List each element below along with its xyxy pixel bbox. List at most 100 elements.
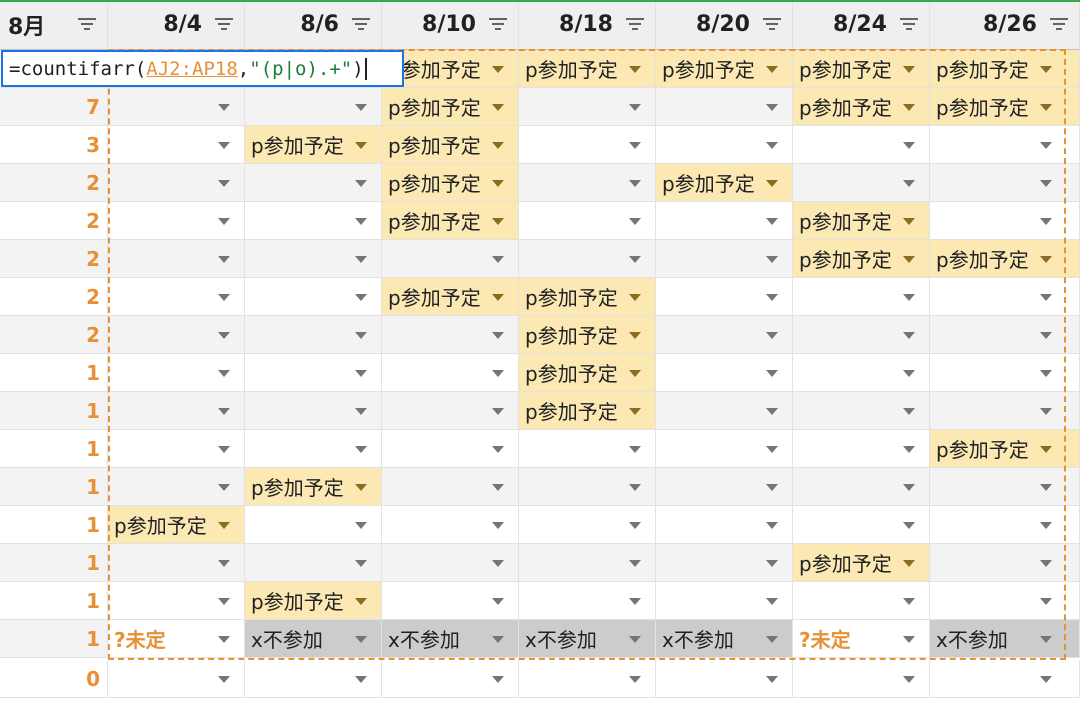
dropdown-arrow-icon[interactable] [355, 293, 367, 301]
dropdown-arrow-icon[interactable] [629, 217, 641, 225]
filter-icon[interactable] [761, 17, 783, 32]
dropdown-arrow-icon[interactable] [629, 635, 641, 643]
dropdown-arrow-icon[interactable] [492, 407, 504, 415]
count-cell[interactable]: 2 [0, 202, 108, 240]
dropdown-cell-empty[interactable] [656, 202, 793, 240]
column-header-3[interactable]: 8/10 [382, 0, 519, 50]
dropdown-cell-empty[interactable] [930, 506, 1080, 544]
dropdown-arrow-icon[interactable] [903, 597, 915, 605]
dropdown-arrow-icon[interactable] [492, 675, 504, 683]
dropdown-arrow-icon[interactable] [355, 407, 367, 415]
dropdown-cell-empty[interactable] [656, 582, 793, 620]
dropdown-cell-empty[interactable] [519, 544, 656, 582]
dropdown-cell-participating[interactable]: p参加予定 [382, 278, 519, 316]
dropdown-arrow-icon[interactable] [766, 407, 778, 415]
dropdown-arrow-icon[interactable] [766, 331, 778, 339]
dropdown-cell-empty[interactable] [930, 354, 1080, 392]
dropdown-arrow-icon[interactable] [766, 597, 778, 605]
dropdown-arrow-icon[interactable] [355, 255, 367, 263]
dropdown-arrow-icon[interactable] [766, 559, 778, 567]
dropdown-cell-participating[interactable]: p参加予定 [519, 316, 656, 354]
dropdown-cell-empty[interactable] [930, 392, 1080, 430]
dropdown-arrow-icon[interactable] [218, 521, 230, 529]
dropdown-cell-empty[interactable] [793, 392, 930, 430]
dropdown-cell-empty[interactable] [793, 468, 930, 506]
dropdown-arrow-icon[interactable] [629, 559, 641, 567]
dropdown-arrow-icon[interactable] [218, 675, 230, 683]
dropdown-arrow-icon[interactable] [218, 559, 230, 567]
dropdown-cell-participating[interactable]: p参加予定 [793, 544, 930, 582]
dropdown-cell-empty[interactable] [519, 468, 656, 506]
count-cell[interactable]: 1 [0, 354, 108, 392]
dropdown-arrow-icon[interactable] [492, 483, 504, 491]
dropdown-cell-empty[interactable] [245, 316, 382, 354]
dropdown-arrow-icon[interactable] [1040, 559, 1052, 567]
dropdown-arrow-icon[interactable] [492, 103, 504, 111]
dropdown-cell-empty[interactable] [519, 240, 656, 278]
dropdown-arrow-icon[interactable] [1040, 293, 1052, 301]
dropdown-arrow-icon[interactable] [355, 179, 367, 187]
dropdown-cell-participating[interactable]: p参加予定 [108, 506, 245, 544]
dropdown-cell-empty[interactable] [930, 660, 1080, 698]
formula-editor[interactable]: =countifarr(AJ2:AP18, "(p|o).+") [1, 50, 404, 87]
dropdown-arrow-icon[interactable] [629, 293, 641, 301]
dropdown-cell-empty[interactable] [108, 354, 245, 392]
dropdown-arrow-icon[interactable] [1040, 179, 1052, 187]
dropdown-cell-empty[interactable] [108, 278, 245, 316]
filter-icon[interactable] [76, 17, 98, 32]
dropdown-cell-absent[interactable]: x不参加 [519, 620, 656, 658]
dropdown-cell-participating[interactable]: p参加予定 [793, 202, 930, 240]
dropdown-arrow-icon[interactable] [629, 445, 641, 453]
dropdown-cell-empty[interactable] [245, 164, 382, 202]
filter-icon[interactable] [350, 17, 372, 32]
dropdown-cell-empty[interactable] [108, 468, 245, 506]
dropdown-arrow-icon[interactable] [355, 331, 367, 339]
dropdown-cell-participating[interactable]: p参加予定 [930, 240, 1080, 278]
dropdown-cell-empty[interactable] [656, 240, 793, 278]
column-header-6[interactable]: 8/24 [793, 0, 930, 50]
filter-icon[interactable] [624, 17, 646, 32]
dropdown-arrow-icon[interactable] [629, 65, 641, 73]
dropdown-arrow-icon[interactable] [766, 635, 778, 643]
dropdown-cell-empty[interactable] [108, 202, 245, 240]
column-header-5[interactable]: 8/20 [656, 0, 793, 50]
count-cell[interactable]: 1 [0, 506, 108, 544]
dropdown-cell-undecided[interactable]: ?未定 [108, 620, 245, 658]
dropdown-arrow-icon[interactable] [629, 331, 641, 339]
dropdown-arrow-icon[interactable] [492, 445, 504, 453]
dropdown-arrow-icon[interactable] [355, 521, 367, 529]
dropdown-cell-empty[interactable] [382, 506, 519, 544]
dropdown-arrow-icon[interactable] [355, 483, 367, 491]
dropdown-cell-empty[interactable] [930, 126, 1080, 164]
dropdown-cell-empty[interactable] [382, 660, 519, 698]
dropdown-arrow-icon[interactable] [492, 217, 504, 225]
dropdown-cell-empty[interactable] [656, 278, 793, 316]
dropdown-cell-empty[interactable] [656, 544, 793, 582]
dropdown-cell-empty[interactable] [245, 240, 382, 278]
dropdown-arrow-icon[interactable] [629, 369, 641, 377]
dropdown-arrow-icon[interactable] [766, 675, 778, 683]
dropdown-cell-empty[interactable] [793, 582, 930, 620]
dropdown-cell-participating[interactable]: p参加予定 [382, 202, 519, 240]
dropdown-cell-empty[interactable] [656, 354, 793, 392]
dropdown-cell-participating[interactable]: p参加予定 [519, 50, 656, 88]
dropdown-arrow-icon[interactable] [903, 559, 915, 567]
dropdown-cell-empty[interactable] [519, 126, 656, 164]
dropdown-cell-participating[interactable]: p参加予定 [245, 582, 382, 620]
column-header-4[interactable]: 8/18 [519, 0, 656, 50]
dropdown-arrow-icon[interactable] [1040, 407, 1052, 415]
dropdown-cell-empty[interactable] [656, 430, 793, 468]
dropdown-cell-empty[interactable] [793, 506, 930, 544]
dropdown-cell-empty[interactable] [382, 582, 519, 620]
count-cell[interactable]: 2 [0, 316, 108, 354]
filter-icon[interactable] [1048, 17, 1070, 32]
dropdown-arrow-icon[interactable] [1040, 217, 1052, 225]
dropdown-arrow-icon[interactable] [355, 141, 367, 149]
dropdown-arrow-icon[interactable] [1040, 483, 1052, 491]
dropdown-arrow-icon[interactable] [355, 217, 367, 225]
dropdown-arrow-icon[interactable] [492, 559, 504, 567]
dropdown-cell-empty[interactable] [382, 392, 519, 430]
dropdown-cell-empty[interactable] [793, 164, 930, 202]
dropdown-cell-empty[interactable] [108, 544, 245, 582]
dropdown-cell-empty[interactable] [382, 544, 519, 582]
